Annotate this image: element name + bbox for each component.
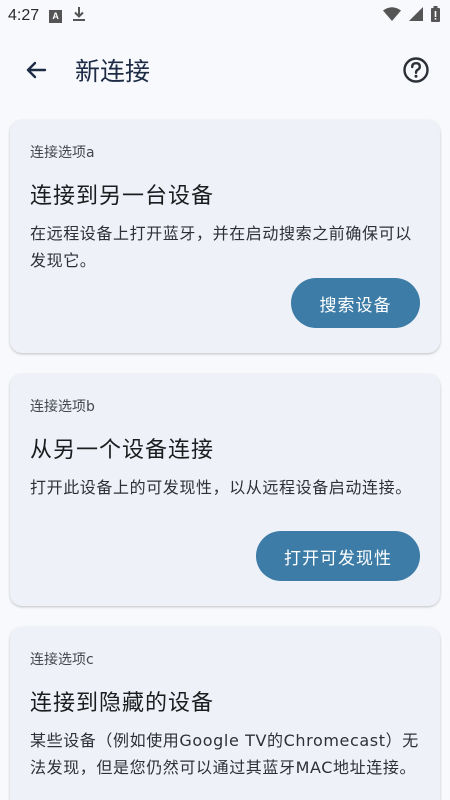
status-right <box>383 6 440 26</box>
status-left: 4:27 A <box>8 6 86 26</box>
download-icon <box>72 6 86 26</box>
card-description: 在远程设备上打开蓝牙，并在启动搜索之前确保可以发现它。 <box>30 224 412 270</box>
enable-discoverability-button[interactable]: 打开可发现性 <box>256 531 420 581</box>
card-description: 某些设备（例如使用Google TV的Chromecast）无法发现，但是您仍然… <box>30 731 419 777</box>
battery-icon <box>431 6 440 26</box>
text-notification-icon: A <box>49 9 63 23</box>
arrow-back-icon <box>26 61 47 79</box>
app-bar: 新连接 <box>0 32 450 108</box>
status-time: 4:27 <box>8 7 40 24</box>
help-circle-icon <box>403 57 429 83</box>
card-label: 连接选项c <box>30 652 94 668</box>
status-bar: 4:27 A <box>0 0 450 32</box>
search-devices-button[interactable]: 搜索设备 <box>291 278 420 328</box>
card-label: 连接选项a <box>30 145 95 161</box>
card-title: 从另一个设备连接 <box>30 438 215 463</box>
card-description: 打开此设备上的可发现性，以从远程设备启动连接。 <box>30 478 412 497</box>
back-button[interactable] <box>20 54 52 86</box>
connection-option-card-c: 连接选项c 连接到隐藏的设备 某些设备（例如使用Google TV的Chrome… <box>10 627 440 800</box>
signal-icon <box>409 7 423 25</box>
page-title: 新连接 <box>75 57 151 86</box>
card-title: 连接到隐藏的设备 <box>30 691 215 716</box>
connection-option-card-a: 连接选项a 连接到另一台设备 在远程设备上打开蓝牙，并在启动搜索之前确保可以发现… <box>10 120 440 353</box>
help-button[interactable] <box>398 52 434 88</box>
connection-option-card-b: 连接选项b 从另一个设备连接 打开此设备上的可发现性，以从远程设备启动连接。 打… <box>10 374 440 606</box>
wifi-icon <box>383 7 401 25</box>
card-label: 连接选项b <box>30 399 95 415</box>
card-title: 连接到另一台设备 <box>30 184 215 209</box>
